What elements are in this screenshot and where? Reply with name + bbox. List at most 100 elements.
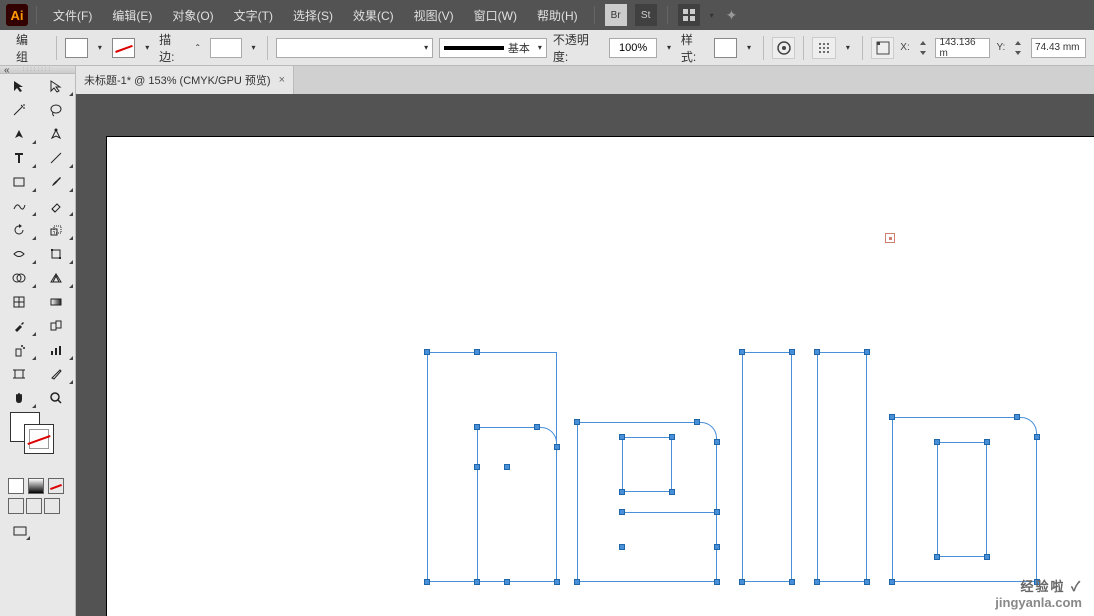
style-dropdown-icon[interactable]: ▾	[743, 38, 755, 58]
screen-mode-button[interactable]	[8, 522, 32, 542]
recolor-artwork-button[interactable]	[772, 37, 796, 59]
fill-dropdown-icon[interactable]: ▾	[94, 38, 106, 58]
column-graph-tool[interactable]	[38, 338, 76, 362]
symbol-sprayer-tool[interactable]	[0, 338, 38, 362]
anchor-point[interactable]	[504, 579, 510, 585]
text-outline-l2[interactable]	[817, 352, 867, 582]
perspective-grid-tool[interactable]	[38, 266, 76, 290]
align-button[interactable]	[812, 37, 836, 59]
anchor-point[interactable]	[424, 349, 430, 355]
anchor-point[interactable]	[669, 489, 675, 495]
graphic-style-swatch[interactable]	[714, 38, 738, 58]
curvature-tool[interactable]	[38, 122, 76, 146]
document-tab[interactable]: 未标题-1* @ 153% (CMYK/GPU 预览) ×	[76, 66, 294, 94]
line-tool[interactable]	[38, 146, 76, 170]
menu-help[interactable]: 帮助(H)	[529, 3, 586, 28]
align-dropdown-icon[interactable]: ▾	[842, 38, 854, 58]
anchor-point[interactable]	[1014, 414, 1020, 420]
lasso-tool[interactable]	[38, 98, 76, 122]
anchor-point[interactable]	[714, 579, 720, 585]
anchor-point[interactable]	[889, 414, 895, 420]
anchor-point[interactable]	[554, 444, 560, 450]
artboard[interactable]	[106, 136, 1094, 616]
free-transform-tool[interactable]	[38, 242, 76, 266]
color-mode-solid[interactable]	[8, 478, 24, 494]
anchor-point[interactable]	[864, 579, 870, 585]
anchor-point[interactable]	[714, 544, 720, 550]
draw-inside[interactable]	[44, 498, 60, 514]
anchor-point[interactable]	[1034, 579, 1040, 585]
anchor-point[interactable]	[984, 439, 990, 445]
bridge-button[interactable]: Br	[605, 4, 627, 26]
stock-button[interactable]: St	[635, 4, 657, 26]
anchor-point[interactable]	[574, 579, 580, 585]
stroke-weight-dropdown-icon[interactable]: ▾	[248, 38, 260, 58]
paintbrush-tool[interactable]	[38, 170, 76, 194]
menu-view[interactable]: 视图(V)	[406, 3, 462, 28]
anchor-point[interactable]	[789, 579, 795, 585]
anchor-point[interactable]	[619, 509, 625, 515]
anchor-point[interactable]	[984, 554, 990, 560]
transform-reference-button[interactable]	[871, 37, 895, 59]
opacity-input[interactable]	[609, 38, 657, 58]
magic-wand-tool[interactable]	[0, 98, 38, 122]
scale-tool[interactable]	[38, 218, 76, 242]
menu-effect[interactable]: 效果(C)	[345, 3, 402, 28]
zoom-tool[interactable]	[38, 386, 76, 410]
tab-close-button[interactable]: ×	[279, 74, 285, 86]
color-mode-gradient[interactable]	[28, 478, 44, 494]
shaper-tool[interactable]	[0, 194, 38, 218]
anchor-point[interactable]	[554, 579, 560, 585]
text-outline-e-inner[interactable]	[622, 437, 672, 492]
text-outline-o-inner[interactable]	[937, 442, 987, 557]
y-value[interactable]: 74.43 mm	[1031, 38, 1086, 58]
anchor-point[interactable]	[864, 349, 870, 355]
stroke-dropdown-icon[interactable]: ▾	[141, 38, 153, 58]
anchor-point[interactable]	[474, 464, 480, 470]
fill-stroke-control[interactable]	[0, 410, 75, 454]
anchor-point[interactable]	[504, 464, 510, 470]
menu-select[interactable]: 选择(S)	[285, 3, 341, 28]
pen-tool[interactable]	[0, 122, 38, 146]
arrange-documents-button[interactable]	[678, 4, 700, 26]
anchor-point[interactable]	[574, 419, 580, 425]
fill-swatch[interactable]	[65, 38, 89, 58]
text-outline-l1[interactable]	[742, 352, 792, 582]
artboard-tool[interactable]	[0, 362, 38, 386]
draw-normal[interactable]	[8, 498, 24, 514]
anchor-point[interactable]	[474, 579, 480, 585]
anchor-point[interactable]	[934, 554, 940, 560]
stroke-link-icon[interactable]: ⌃	[192, 38, 204, 58]
rotate-tool[interactable]	[0, 218, 38, 242]
direct-selection-tool[interactable]	[38, 74, 76, 98]
mesh-tool[interactable]	[0, 290, 38, 314]
x-stepper[interactable]	[916, 37, 930, 59]
anchor-point[interactable]	[474, 349, 480, 355]
brush-definition-select[interactable]: 基本 ▾	[439, 38, 547, 58]
eyedropper-tool[interactable]	[0, 314, 38, 338]
anchor-point[interactable]	[814, 349, 820, 355]
menu-edit[interactable]: 编辑(E)	[104, 3, 160, 28]
stroke-box[interactable]	[24, 424, 54, 454]
anchor-point[interactable]	[814, 579, 820, 585]
menu-file[interactable]: 文件(F)	[45, 3, 100, 28]
anchor-point[interactable]	[714, 439, 720, 445]
anchor-point[interactable]	[669, 434, 675, 440]
type-tool[interactable]	[0, 146, 38, 170]
menu-object[interactable]: 对象(O)	[164, 3, 221, 28]
anchor-point[interactable]	[1034, 434, 1040, 440]
anchor-point[interactable]	[889, 579, 895, 585]
anchor-point[interactable]	[619, 434, 625, 440]
anchor-point[interactable]	[694, 419, 700, 425]
y-stepper[interactable]	[1011, 37, 1025, 59]
hand-tool[interactable]	[0, 386, 38, 410]
canvas-viewport[interactable]	[76, 94, 1094, 616]
anchor-point[interactable]	[424, 579, 430, 585]
blend-tool[interactable]	[38, 314, 76, 338]
anchor-point[interactable]	[534, 424, 540, 430]
menu-window[interactable]: 窗口(W)	[466, 3, 525, 28]
toolbox-grip[interactable]: ::::::::	[0, 66, 75, 74]
anchor-point[interactable]	[619, 489, 625, 495]
draw-behind[interactable]	[26, 498, 42, 514]
gradient-tool[interactable]	[38, 290, 76, 314]
